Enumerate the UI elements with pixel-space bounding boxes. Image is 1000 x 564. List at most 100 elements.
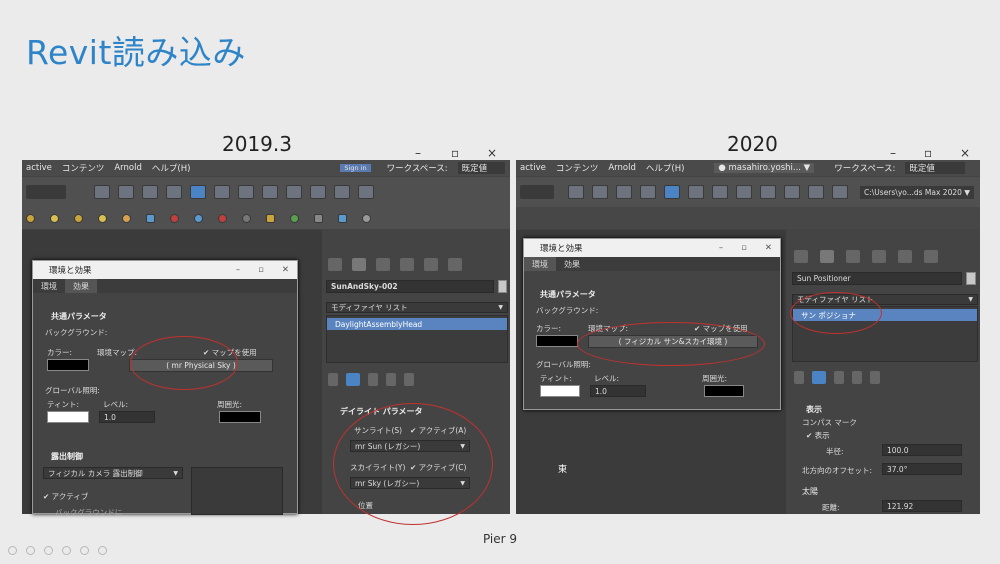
ambient-color-swatch[interactable] xyxy=(704,385,744,397)
level-spinner[interactable]: 1.0 xyxy=(590,385,646,397)
render-setup-icon[interactable] xyxy=(310,185,326,199)
tab-effects[interactable]: 効果 xyxy=(65,279,97,293)
north-offset-spinner[interactable]: 37.0° xyxy=(882,463,962,475)
show-end-result-icon[interactable] xyxy=(346,373,360,386)
minimize-icon[interactable]: – xyxy=(415,146,421,160)
display-tab-icon[interactable] xyxy=(898,250,912,263)
exposure-control-header[interactable]: 露出制御 xyxy=(51,451,83,462)
motion-tab-icon[interactable] xyxy=(872,250,886,263)
render-frame-icon[interactable] xyxy=(808,185,824,199)
menu-item-active[interactable]: active xyxy=(520,163,546,173)
next-icon[interactable] xyxy=(26,546,35,555)
maximize-icon[interactable]: ▫ xyxy=(451,146,459,160)
remove-modifier-icon[interactable] xyxy=(852,371,862,384)
configure-sets-icon[interactable] xyxy=(870,371,880,384)
object-icon[interactable] xyxy=(74,213,83,223)
menu-item-arnold[interactable]: Arnold xyxy=(114,163,142,173)
render-production-icon[interactable] xyxy=(832,185,848,199)
schematic-icon[interactable] xyxy=(262,185,278,199)
background-color-swatch[interactable] xyxy=(536,335,578,347)
hierarchy-tab-icon[interactable] xyxy=(376,258,390,271)
render-setup-icon[interactable] xyxy=(784,185,800,199)
pen-icon[interactable] xyxy=(44,546,53,555)
graph-editor-icon[interactable] xyxy=(214,185,230,199)
radius-spinner[interactable]: 100.0 xyxy=(882,444,962,456)
user-badge[interactable]: Sign in xyxy=(340,164,371,172)
make-unique-icon[interactable] xyxy=(834,371,844,384)
menu-item-active[interactable]: active xyxy=(26,163,52,173)
link-icon[interactable] xyxy=(94,185,110,199)
close-icon[interactable]: × xyxy=(487,146,497,160)
zoom-icon[interactable] xyxy=(80,546,89,555)
modifier-stack-item[interactable]: DaylightAssemblyHead xyxy=(327,318,507,330)
select-list-icon[interactable] xyxy=(118,185,134,199)
camera-icon[interactable] xyxy=(146,213,155,223)
configure-sets-icon[interactable] xyxy=(404,373,414,386)
object-name-field[interactable]: Sun Positioner xyxy=(792,272,962,285)
snap-icon[interactable] xyxy=(26,213,35,223)
scene-explorer-icon[interactable] xyxy=(190,185,206,199)
material-icon[interactable] xyxy=(194,213,203,223)
display-section-header[interactable]: 表示 xyxy=(806,404,822,415)
tint-color-swatch[interactable] xyxy=(540,385,580,397)
exposure-control-dropdown[interactable]: フィジカル カメラ 露出制御 ▼ xyxy=(43,467,183,479)
render-frame-icon[interactable] xyxy=(334,185,350,199)
scene-explorer-icon[interactable] xyxy=(664,185,680,199)
minimize-icon[interactable]: – xyxy=(890,146,896,160)
more-icon[interactable] xyxy=(98,546,107,555)
ambient-color-swatch[interactable] xyxy=(219,411,261,423)
object-color-swatch[interactable] xyxy=(498,280,507,293)
maximize-icon[interactable]: ▫ xyxy=(741,243,747,253)
level-spinner[interactable]: 1.0 xyxy=(99,411,155,423)
menu-item-contents[interactable]: コンテンツ xyxy=(556,162,599,174)
minimize-icon[interactable]: – xyxy=(719,243,723,253)
modify-tab-icon[interactable] xyxy=(352,258,366,271)
paint-icon[interactable] xyxy=(218,213,227,223)
tree-icon[interactable] xyxy=(290,213,299,223)
utilities-tab-icon[interactable] xyxy=(448,258,462,271)
common-params-header[interactable]: 共通パラメータ xyxy=(540,289,596,300)
compass-show-checkbox[interactable]: ✔ 表示 xyxy=(806,430,830,441)
menu-item-help[interactable]: ヘルプ(H) xyxy=(646,162,685,174)
remove-modifier-icon[interactable] xyxy=(386,373,396,386)
menu-item-help[interactable]: ヘルプ(H) xyxy=(152,162,191,174)
table-icon[interactable] xyxy=(142,185,158,199)
layer-icon[interactable] xyxy=(640,185,656,199)
menu-item-contents[interactable]: コンテンツ xyxy=(62,162,105,174)
link-icon[interactable] xyxy=(568,185,584,199)
motion-tab-icon[interactable] xyxy=(400,258,414,271)
brush-icon[interactable] xyxy=(170,213,179,223)
tab-environment[interactable]: 環境 xyxy=(33,279,65,293)
render-production-icon[interactable] xyxy=(358,185,374,199)
maximize-icon[interactable]: ▫ xyxy=(924,146,932,160)
helper-icon[interactable] xyxy=(242,213,251,223)
show-end-result-icon[interactable] xyxy=(812,371,826,384)
exposure-active-checkbox[interactable]: ✔ アクティブ xyxy=(43,491,88,502)
modify-tab-icon[interactable] xyxy=(820,250,834,263)
minimize-icon[interactable]: – xyxy=(236,265,240,275)
selection-filter-dropdown[interactable] xyxy=(26,185,66,199)
create-tab-icon[interactable] xyxy=(328,258,342,271)
modifier-stack[interactable]: DaylightAssemblyHead xyxy=(326,315,508,363)
close-icon[interactable]: × xyxy=(960,146,970,160)
sun-icon[interactable] xyxy=(122,213,131,223)
display-tab-icon[interactable] xyxy=(424,258,438,271)
table-icon[interactable] xyxy=(616,185,632,199)
utilities-tab-icon[interactable] xyxy=(924,250,938,263)
project-path-dropdown[interactable]: C:\Users\yo...ds Max 2020 ▼ xyxy=(860,185,975,199)
tab-environment[interactable]: 環境 xyxy=(524,257,556,271)
teapot-render-icon[interactable] xyxy=(760,185,776,199)
shape-icon[interactable] xyxy=(98,213,107,223)
maximize-icon[interactable]: ▫ xyxy=(258,265,264,275)
move-icon[interactable] xyxy=(362,213,371,223)
modifier-list-dropdown[interactable]: モディファイヤ リスト ▼ xyxy=(326,302,508,313)
selection-filter-dropdown[interactable] xyxy=(520,185,554,199)
select-list-icon[interactable] xyxy=(592,185,608,199)
workspace-dropdown[interactable]: 既定値 xyxy=(457,162,506,174)
light-icon[interactable] xyxy=(50,213,59,223)
make-unique-icon[interactable] xyxy=(368,373,378,386)
object-name-field[interactable]: SunAndSky-002 xyxy=(326,280,494,293)
slides-icon[interactable] xyxy=(62,546,71,555)
teapot-render-icon[interactable] xyxy=(286,185,302,199)
common-params-header[interactable]: 共通パラメータ xyxy=(51,311,107,322)
